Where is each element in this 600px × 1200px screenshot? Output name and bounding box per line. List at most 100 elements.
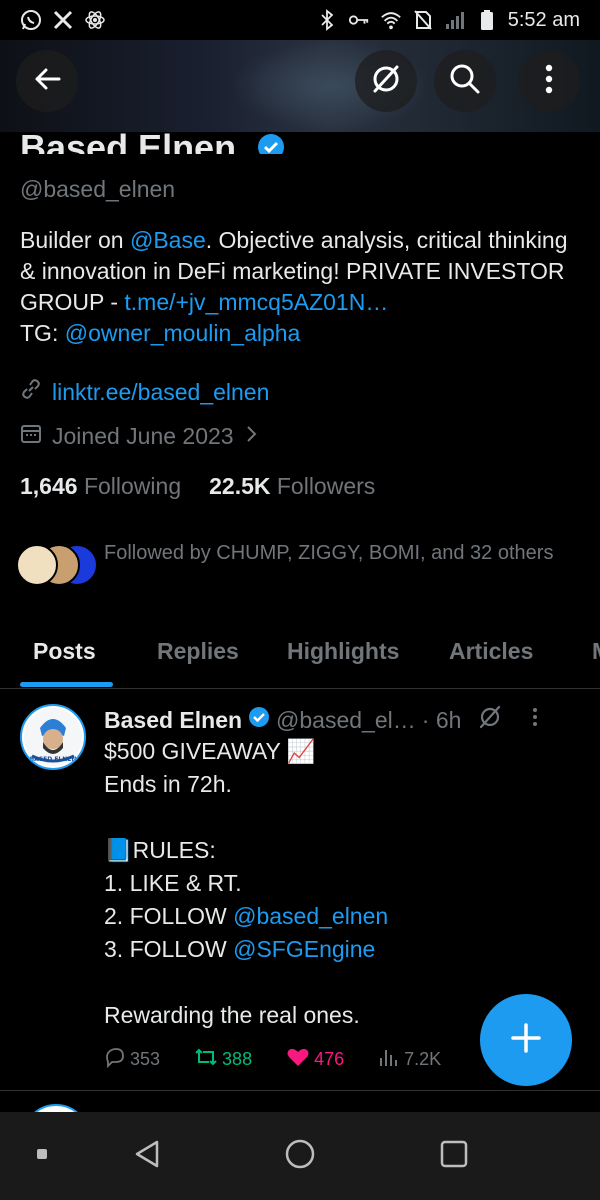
grok-icon[interactable]	[477, 704, 503, 736]
post-author-name[interactable]: Based Elnen	[104, 707, 242, 734]
following-label: Following	[83, 473, 182, 499]
telegram-link[interactable]: t.me/+jv_mmcq5AZ01N…	[124, 289, 388, 315]
followed-by-text: Followed by CHUMP, ZIGGY, BOMI, and 32 o…	[104, 542, 554, 564]
following-count: 1,646	[20, 473, 78, 499]
joined-date: Joined June 2023	[52, 422, 234, 449]
reply-count: 353	[130, 1049, 161, 1069]
x-logo-icon	[52, 9, 74, 31]
calendar-icon	[20, 422, 42, 450]
tab-highlights[interactable]: Highlights	[287, 638, 399, 665]
repost-count: 388	[222, 1049, 253, 1069]
back-nav-button[interactable]	[120, 1112, 174, 1200]
plus-icon	[509, 1021, 543, 1060]
views-icon	[378, 1046, 400, 1073]
website-link[interactable]: linktr.ee/based_elnen	[52, 379, 269, 406]
post-line: 📘RULES:	[104, 837, 216, 863]
whatsapp-icon	[20, 9, 42, 31]
mention-base-link[interactable]: @Base	[130, 227, 206, 253]
follower-avatars	[16, 538, 100, 586]
recent-apps-dot-button[interactable]	[20, 1112, 64, 1200]
post-header: Based Elnen @based_el… · 6h	[104, 704, 539, 736]
overview-nav-button[interactable]	[426, 1112, 482, 1200]
follow-counts: 1,646 Following 22.5K Followers	[20, 473, 375, 500]
profile-handle: @based_elnen	[20, 176, 176, 202]
status-bar: 5:52 am	[0, 0, 600, 40]
profile-bio: Builder on @Base. Objective analysis, cr…	[20, 225, 580, 349]
profile-name-row: Based Elnen	[20, 118, 286, 154]
post-line: Ends in 72h.	[104, 771, 232, 797]
bio-text: TG:	[20, 320, 65, 346]
profile-joined-row[interactable]: Joined June 2023	[20, 422, 258, 450]
link-icon	[20, 378, 42, 406]
reply-button[interactable]: 353	[104, 1046, 160, 1073]
avatar	[16, 544, 58, 586]
overview-square-icon	[439, 1139, 469, 1174]
home-circle-icon	[284, 1138, 316, 1175]
post-author-handle[interactable]: @based_el…	[276, 707, 416, 734]
grok-icon	[369, 62, 403, 101]
chevron-right-icon	[244, 423, 258, 450]
post-line: 2. FOLLOW @based_elnen	[104, 900, 574, 933]
more-vertical-icon	[544, 62, 554, 101]
battery-icon	[476, 9, 498, 31]
tab-replies[interactable]: Replies	[157, 638, 239, 665]
like-button[interactable]: 476	[286, 1046, 344, 1073]
followers-count: 22.5K	[209, 473, 271, 499]
tab-posts[interactable]: Posts	[33, 638, 96, 665]
tab-articles[interactable]: Articles	[449, 638, 533, 665]
back-triangle-icon	[132, 1138, 162, 1175]
views-button[interactable]: 7.2K	[378, 1046, 441, 1073]
atom-icon	[84, 9, 106, 31]
views-count: 7.2K	[404, 1049, 442, 1069]
repost-icon	[194, 1046, 218, 1073]
verified-badge-icon	[248, 706, 270, 734]
tab-media[interactable]: M	[592, 638, 600, 665]
profile-website-row: linktr.ee/based_elnen	[20, 378, 269, 406]
next-post-peek	[0, 1092, 600, 1112]
no-sim-icon	[412, 9, 434, 31]
compose-button[interactable]	[480, 994, 572, 1086]
bio-text: Builder on	[20, 227, 130, 253]
wifi-icon	[380, 9, 402, 31]
post-text: $500 GIVEAWAY 📈 Ends in 72h. 📘RULES: 1. …	[104, 735, 574, 1032]
mention-link[interactable]: @based_elnen	[233, 903, 388, 929]
repost-button[interactable]: 388	[194, 1046, 252, 1073]
like-count: 476	[314, 1049, 345, 1069]
home-nav-button[interactable]	[272, 1112, 328, 1200]
avatar-logo-text: BASED ELNEN	[30, 756, 77, 763]
post-avatar	[22, 1104, 90, 1112]
verified-badge-icon	[256, 120, 286, 154]
mention-link[interactable]: @SFGEngine	[233, 936, 375, 962]
grok-button[interactable]	[355, 50, 417, 112]
post-avatar[interactable]: BASED ELNEN	[20, 704, 86, 770]
followed-by-row[interactable]: Followed by CHUMP, ZIGGY, BOMI, and 32 o…	[16, 538, 554, 586]
followers-count-link[interactable]: 22.5K Followers	[209, 473, 375, 500]
post-line-text: 3. FOLLOW	[104, 936, 234, 962]
back-button[interactable]	[16, 50, 78, 112]
post-line: 3. FOLLOW @SFGEngine	[104, 933, 574, 966]
more-button[interactable]	[518, 50, 580, 112]
profile-tabs: Posts Replies Highlights Articles M	[0, 630, 600, 689]
recent-apps-dot-icon	[36, 1147, 48, 1165]
post-line: 1. LIKE & RT.	[104, 870, 242, 896]
post-time: · 6h	[421, 706, 462, 733]
system-nav-bar	[0, 1112, 600, 1200]
post-line: $500 GIVEAWAY 📈	[104, 738, 316, 764]
active-tab-indicator	[20, 682, 113, 687]
signal-icon	[444, 9, 466, 31]
search-icon	[448, 62, 482, 101]
key-icon	[348, 9, 370, 31]
arrow-left-icon	[31, 63, 63, 100]
post-line-text: 2. FOLLOW	[104, 903, 234, 929]
following-count-link[interactable]: 1,646 Following	[20, 473, 181, 500]
followers-label: Followers	[276, 473, 376, 499]
bluetooth-icon	[316, 9, 338, 31]
status-time: 5:52 am	[507, 8, 580, 31]
reply-icon	[104, 1046, 126, 1073]
mention-owner-link[interactable]: @owner_moulin_alpha	[65, 320, 301, 346]
post-more-icon[interactable]	[531, 706, 539, 734]
search-button[interactable]	[434, 50, 496, 112]
post-actions: 353 388 476 7.2K	[104, 1046, 475, 1073]
